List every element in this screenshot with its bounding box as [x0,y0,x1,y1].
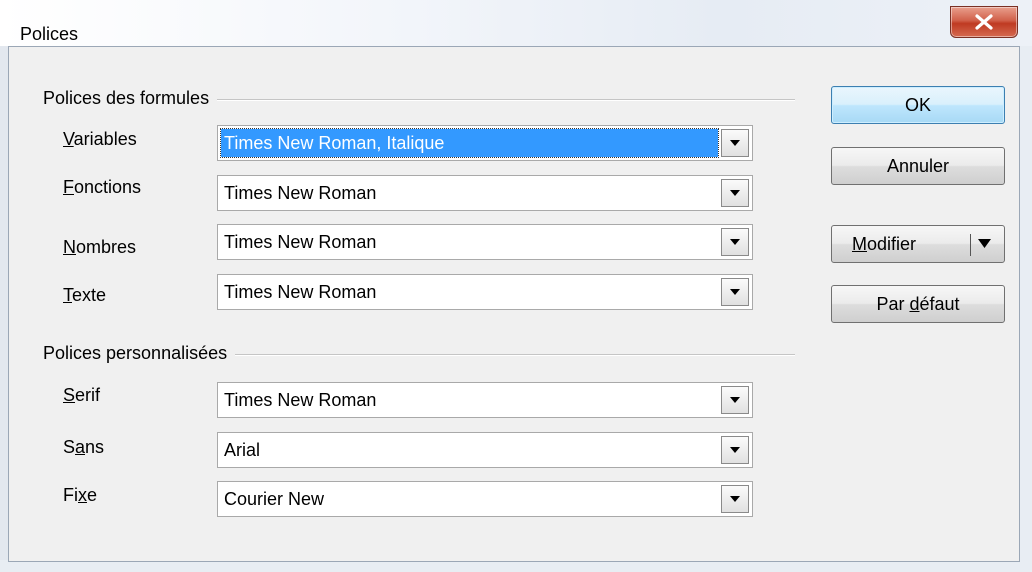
ok-button[interactable]: OK [831,86,1005,124]
window-frame-left [0,46,8,572]
group-title-formula-fonts: Polices des formules [43,88,218,109]
cancel-button[interactable]: Annuler [831,147,1005,185]
title-bar: Polices [0,0,1032,46]
chevron-down-icon [730,190,740,196]
close-button[interactable] [950,6,1018,38]
dropdown-button[interactable] [721,386,749,414]
group-title-custom-fonts: Polices personnalisées [43,343,236,364]
default-label-prefix: Par [876,294,910,314]
dropdown-button[interactable] [721,129,749,157]
label-sans: Sans [63,437,105,457]
dialog-title: Polices [20,24,79,44]
serif-font-value: Times New Roman [224,390,377,410]
numbers-font-value: Times New Roman [224,232,377,252]
dialog-window: Polices Polices des formules Variables T… [0,0,1032,572]
chevron-down-icon [730,289,740,295]
close-icon [975,14,993,30]
dropdown-button[interactable] [721,485,749,513]
functions-font-value: Times New Roman [224,183,377,203]
default-button[interactable]: Par défaut [831,285,1005,323]
serif-font-select[interactable]: Times New Roman [217,382,753,418]
default-label-mnemonic: d [909,294,920,314]
split-separator [970,234,971,256]
numbers-font-select[interactable]: Times New Roman [217,224,753,260]
sans-font-select[interactable]: Arial [217,432,753,468]
label-numbers: Nombres [63,237,137,257]
fixed-font-value: Courier New [224,489,325,509]
fixed-font-select[interactable]: Courier New [217,481,753,517]
dropdown-button[interactable] [721,179,749,207]
sans-font-value: Arial [224,440,261,460]
dropdown-button[interactable] [721,278,749,306]
text-font-value: Times New Roman [224,282,377,302]
dropdown-button[interactable] [721,436,749,464]
modify-label: Modifier [852,234,917,254]
chevron-down-icon [730,140,740,146]
chevron-down-icon [730,447,740,453]
chevron-down-icon [730,397,740,403]
default-label-rest: éfaut [919,294,960,314]
chevron-down-icon [730,496,740,502]
label-text: Texte [63,285,107,305]
functions-font-select[interactable]: Times New Roman [217,175,753,211]
label-fixed: Fixe [63,485,98,505]
modify-button[interactable]: Modifier [831,225,1005,263]
variables-font-value: Times New Roman, Italique [220,128,719,158]
chevron-down-icon[interactable] [978,239,991,249]
variables-font-select[interactable]: Times New Roman, Italique [217,125,753,161]
label-functions: Fonctions [63,177,142,197]
label-serif: Serif [63,385,101,405]
text-font-select[interactable]: Times New Roman [217,274,753,310]
window-frame-right [1020,46,1032,572]
dropdown-button[interactable] [721,228,749,256]
label-variables: Variables [63,129,137,149]
chevron-down-icon [730,239,740,245]
dialog-content: Polices des formules Variables Times New… [8,46,1020,562]
